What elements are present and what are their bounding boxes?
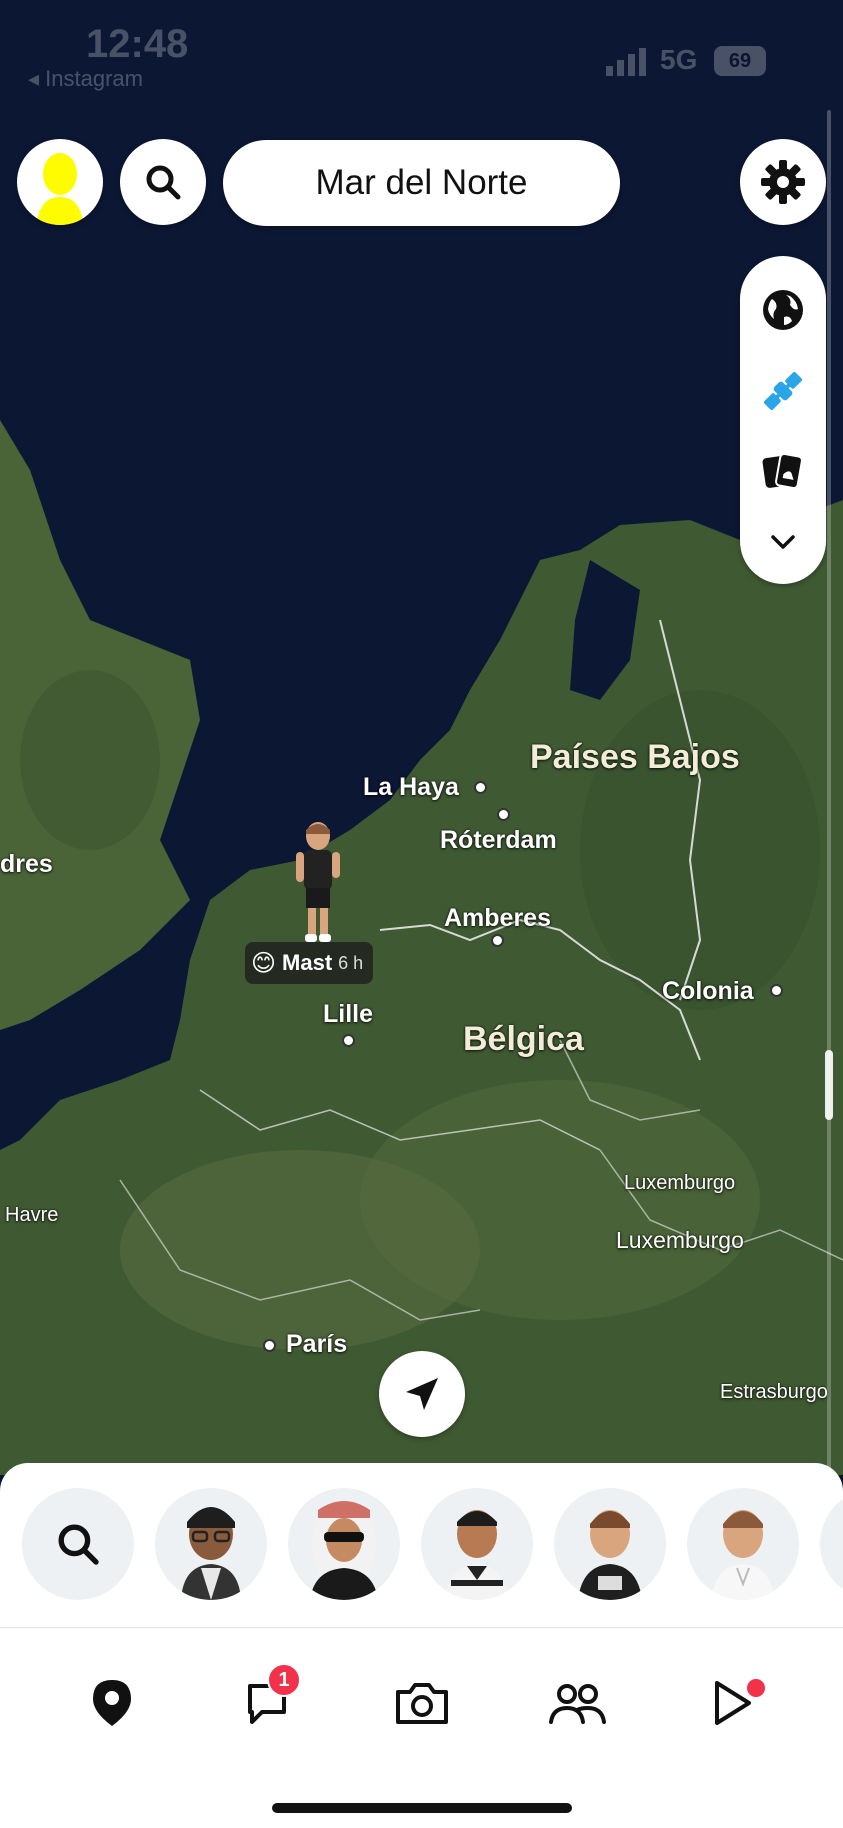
memories-layer-button[interactable]: [740, 437, 826, 507]
label-belgica: Bélgica: [463, 1020, 584, 1058]
gear-icon: [761, 160, 805, 204]
friends-carousel[interactable]: [0, 1488, 843, 1600]
friend-emoji: 😊: [251, 949, 277, 977]
scrollbar-thumb[interactable]: [825, 1050, 833, 1120]
tab-friends[interactable]: [537, 1663, 617, 1743]
friend-map-tag[interactable]: 😊 Mast 6 h: [245, 942, 374, 984]
label-luxemburgo-city: Luxemburgo: [616, 1227, 744, 1253]
friend-avatar-2[interactable]: [288, 1488, 400, 1600]
back-to-app[interactable]: ◂ Instagram: [28, 66, 143, 92]
label-luxemburgo-region: Luxemburgo: [624, 1172, 736, 1194]
label-lille: Lille: [323, 1000, 374, 1028]
label-londres: dres: [0, 850, 53, 878]
network-type: 5G: [660, 44, 698, 75]
scroll-track: [827, 110, 831, 1470]
city-dot-paris: [263, 1339, 276, 1352]
tab-spotlight[interactable]: [692, 1663, 772, 1743]
city-dot-la-haya: [474, 781, 487, 794]
friend-avatar-4[interactable]: [554, 1488, 666, 1600]
search-button[interactable]: [120, 139, 206, 225]
tab-map[interactable]: [72, 1663, 152, 1743]
friend-3-bitmoji: [445, 1510, 509, 1600]
friend-bitmoji-avatar[interactable]: [290, 820, 346, 946]
label-paris: París: [286, 1330, 348, 1358]
label-colonia: Colonia: [662, 977, 754, 1005]
home-indicator[interactable]: [272, 1803, 572, 1813]
map-pin-icon: [93, 1680, 131, 1726]
sheet-divider: [0, 1627, 843, 1628]
avatar-icon: [37, 153, 83, 225]
friend-name: Mast: [282, 950, 333, 975]
spotlight-notification-dot: [745, 1677, 767, 1699]
status-time: 12:48: [86, 22, 189, 66]
city-dot-roterdam: [497, 808, 510, 821]
friend-avatar-1[interactable]: [155, 1488, 267, 1600]
friend-avatar-3[interactable]: [421, 1488, 533, 1600]
label-estrasburgo: Estrasburgo: [720, 1381, 828, 1403]
camera-icon: [396, 1683, 448, 1724]
city-dot-colonia: [770, 984, 783, 997]
location-title-pill[interactable]: Mar del Norte: [223, 140, 620, 226]
bottom-tab-bar: 1: [0, 1663, 843, 1743]
tab-chat[interactable]: 1: [227, 1663, 307, 1743]
friends-icon: [549, 1684, 606, 1724]
chat-badge: 1: [267, 1663, 301, 1697]
recenter-location-button[interactable]: [379, 1351, 465, 1437]
label-roterdam: Róterdam: [440, 826, 557, 854]
city-dot-lille: [342, 1034, 355, 1047]
satellite-layer-button[interactable]: [740, 356, 826, 426]
friend-1-bitmoji: [181, 1507, 241, 1600]
friend-4-bitmoji: [578, 1510, 642, 1600]
search-icon: [146, 165, 181, 200]
my-avatar-button[interactable]: [17, 139, 103, 225]
chevron-down-icon: [771, 535, 795, 549]
globe-icon: [763, 290, 803, 330]
status-bar: 12:48 ◂ Instagram 5G 69: [0, 0, 843, 95]
signal-icon: [606, 48, 646, 76]
friends-search-button[interactable]: [22, 1488, 134, 1600]
globe-layer-button[interactable]: [740, 275, 826, 345]
tab-camera[interactable]: [382, 1663, 462, 1743]
battery-indicator: 69: [714, 46, 766, 76]
label-havre: Havre: [5, 1204, 59, 1226]
friend-2-bitmoji: [310, 1500, 378, 1600]
expand-layers-button[interactable]: [740, 512, 826, 572]
friend-avatar-5[interactable]: [687, 1488, 799, 1600]
memories-icon: [762, 452, 803, 490]
city-dot-amberes: [491, 934, 504, 947]
label-amberes: Amberes: [444, 904, 551, 932]
label-la-haya: La Haya: [363, 773, 459, 801]
search-icon: [58, 1524, 99, 1565]
satellite-icon: [764, 372, 802, 410]
friend-5-bitmoji: [711, 1510, 775, 1600]
friends-bottom-sheet: 1: [0, 1463, 843, 1828]
map-layer-panel: [740, 256, 826, 584]
location-title: Mar del Norte: [315, 163, 528, 202]
friend-last-seen: 6 h: [338, 952, 364, 973]
label-paises-bajos: Países Bajos: [530, 738, 740, 776]
back-app-name: Instagram: [45, 66, 143, 91]
location-arrow-icon: [406, 1378, 438, 1410]
settings-button[interactable]: [740, 139, 826, 225]
friend-avatar-more[interactable]: [820, 1488, 843, 1600]
